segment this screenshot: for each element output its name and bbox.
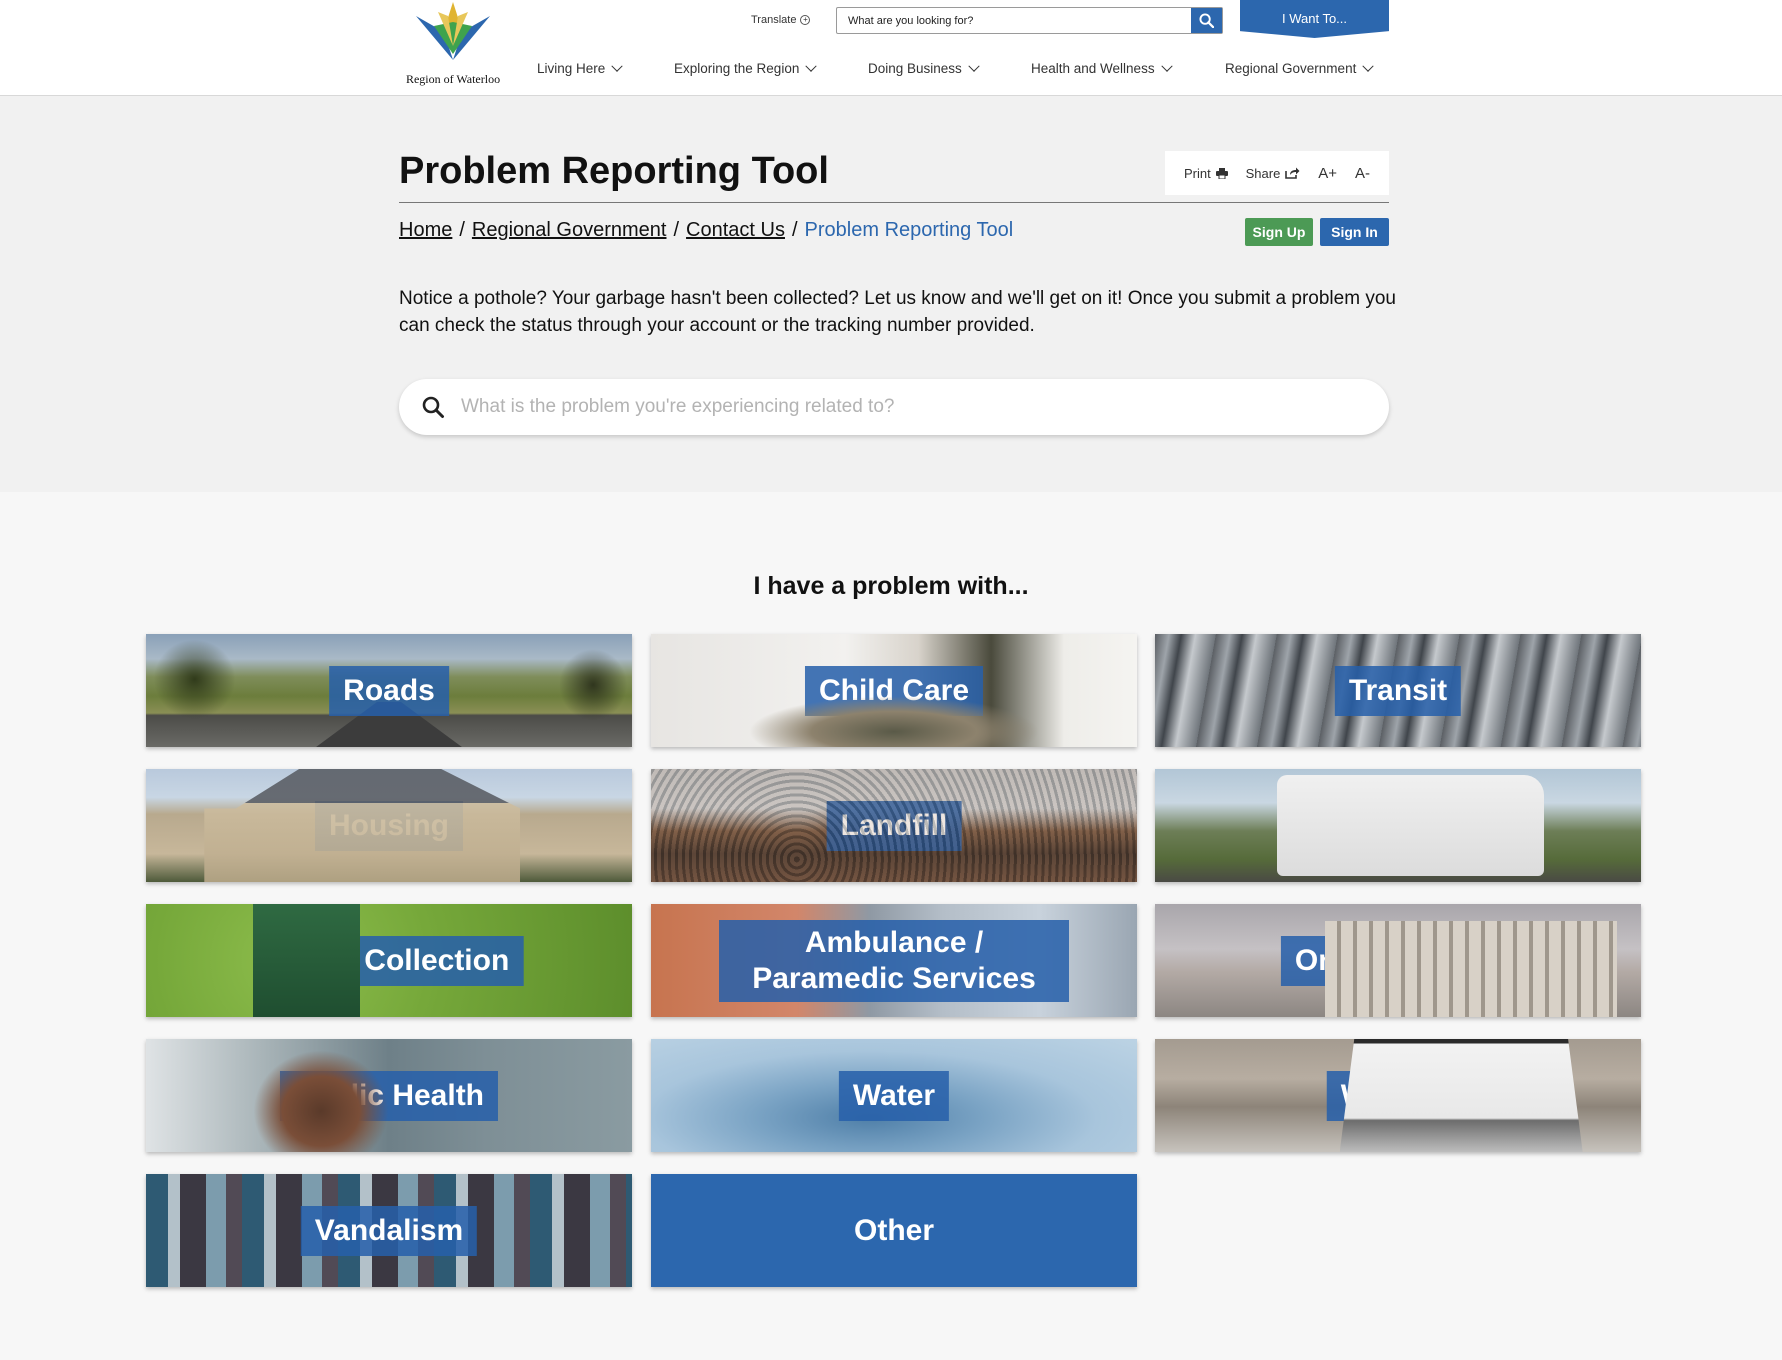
nav-item-exploring-the-region[interactable]: Exploring the Region [674,60,818,76]
nav-item-label: Doing Business [868,61,962,76]
decrease-font-button[interactable]: A- [1355,165,1370,182]
tile-waste-collection[interactable]: Waste Collection [146,904,632,1017]
print-button[interactable]: Print [1184,166,1228,181]
tile-label: Transit [1334,665,1462,716]
tile-housing[interactable]: Housing [146,769,632,882]
tile-label: Landfill [826,800,962,851]
translate-button[interactable]: Translate + [751,14,811,26]
tile-ambulance-paramedic-services[interactable]: Ambulance / Paramedic Services [651,904,1137,1017]
search-icon [1199,13,1214,28]
breadcrumb-regional-government[interactable]: Regional Government [472,219,667,241]
tile-label: Licensing [1313,800,1483,851]
nav-item-label: Exploring the Region [674,61,800,76]
tile-roads[interactable]: Roads [146,634,632,747]
tile-label: Roads [329,665,449,716]
tile-label: Ontario Works [1280,935,1516,986]
problem-search-input[interactable] [461,396,1389,418]
tile-label: Housing [315,800,463,851]
logo-text: Region of Waterloo [405,72,501,86]
search-icon [422,396,444,418]
breadcrumb: Home / Regional Government / Contact Us / Prob… [399,219,1013,242]
tile-website[interactable]: Website [1155,1039,1641,1152]
region-of-waterloo-logo[interactable]: Region of Waterloo [398,2,508,86]
nav-item-label: Health and Wellness [1031,61,1155,76]
problem-search [399,379,1389,435]
tile-label: Waste Collection [254,935,524,986]
nav-item-label: Living Here [537,61,606,76]
tile-label: Ambulance / Paramedic Services [719,919,1069,1002]
site-search [836,7,1223,34]
site-search-button[interactable] [1191,8,1222,33]
chevron-down-icon [611,60,623,72]
breadcrumb-home[interactable]: Home [399,219,452,241]
breadcrumb-separator: / [673,219,680,241]
tile-ontario-works[interactable]: Ontario Works [1155,904,1641,1017]
page-tools: Print Share A+ A- [1165,151,1389,195]
breadcrumb-separator: / [459,219,465,241]
tile-label: Public Health [279,1070,499,1121]
tile-water[interactable]: Water [651,1039,1137,1152]
site-search-input[interactable] [837,8,1191,33]
logo-mark-icon [416,2,490,60]
share-icon [1285,167,1300,179]
print-label: Print [1183,165,1211,181]
tile-label: Other [853,1213,935,1247]
printer-icon [1215,167,1228,179]
tile-transit[interactable]: Transit [1155,634,1641,747]
nav-item-doing-business[interactable]: Doing Business [868,60,980,76]
title-divider [399,202,1389,203]
tile-public-health[interactable]: Public Health [146,1039,632,1152]
plus-circle-icon: + [800,15,811,25]
nav-item-label: Regional Government [1225,61,1357,76]
tile-vandalism[interactable]: Vandalism [146,1174,632,1287]
tile-licensing[interactable]: Licensing [1155,769,1641,882]
nav-item-living-here[interactable]: Living Here [537,60,623,76]
intro-text: Notice a pothole? Your garbage hasn't be… [399,288,1396,336]
tile-label: Child Care [804,665,984,716]
nav-item-health-and-wellness[interactable]: Health and Wellness [1031,60,1173,76]
sign-up-button[interactable]: Sign Up [1245,218,1313,246]
tile-landfill[interactable]: Landfill [651,769,1137,882]
chevron-down-icon [805,60,818,72]
tile-label: Website [1326,1070,1470,1121]
tile-child-care[interactable]: Child Care [651,634,1137,747]
tile-label: Water [838,1070,950,1121]
tile-label: Vandalism [300,1205,478,1256]
problem-search-icon-wrap [399,395,461,419]
share-button[interactable]: Share [1246,166,1301,181]
increase-font-button[interactable]: A+ [1318,165,1337,182]
chevron-down-icon [1160,60,1173,72]
categories-heading: I have a problem with... [753,572,1029,600]
tile-other[interactable]: Other [651,1174,1137,1287]
sign-in-button[interactable]: Sign In [1320,218,1389,246]
breadcrumb-current: Problem Reporting Tool [804,219,1014,241]
chevron-down-icon [968,60,980,72]
site-header: Region of Waterloo Translate + I Want To… [0,0,1782,96]
breadcrumb-contact-us[interactable]: Contact Us [686,219,785,241]
i-want-to-button[interactable]: I Want To... [1240,0,1389,38]
breadcrumb-separator: / [791,219,798,241]
share-label: Share [1245,165,1281,181]
page-title: Problem Reporting Tool [399,150,829,192]
chevron-down-icon [1362,60,1374,72]
nav-item-regional-government[interactable]: Regional Government [1225,60,1374,76]
translate-label: Translate [751,14,797,26]
